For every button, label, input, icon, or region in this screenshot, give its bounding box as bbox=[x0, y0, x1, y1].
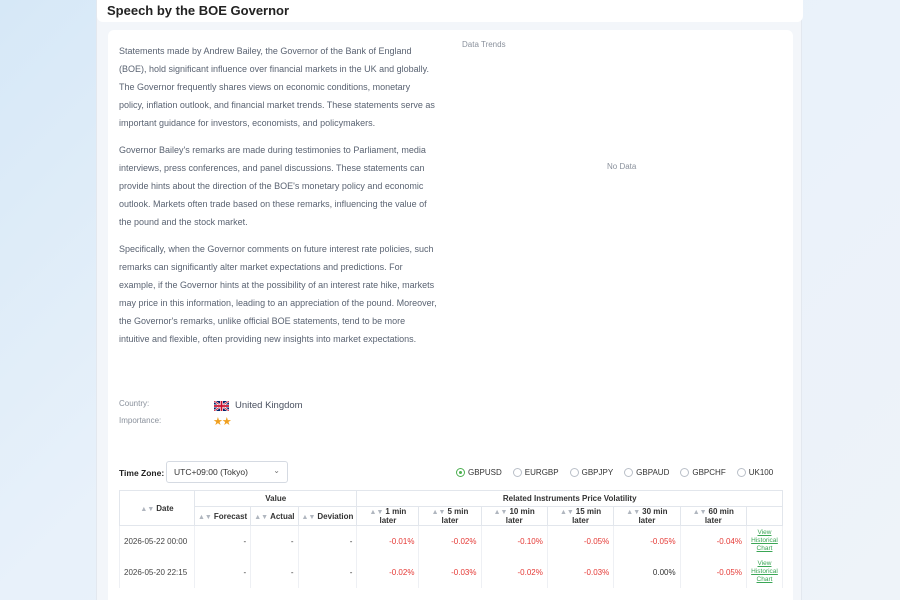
link-text: View bbox=[757, 529, 772, 537]
instrument-radio-group: GBPUSD EURGBP GBPJPY GBPAUD GBPCHF UK100 bbox=[456, 468, 784, 477]
sort-icon: ▲▼ bbox=[140, 505, 155, 513]
volatility-cell: -0.05% bbox=[546, 525, 615, 557]
importance-stars: ★★ bbox=[213, 416, 232, 428]
table-body: 2026-05-22 00:00- - - -0.01% -0.02% -0.10% -0.… bbox=[119, 525, 783, 588]
table-row: 2026-05-20 22:15- - - -0.02% -0.03% -0.02% -0.… bbox=[119, 556, 783, 588]
radio-gbpaud[interactable]: GBPAUD bbox=[624, 468, 669, 477]
radio-label: GBPCHF bbox=[692, 468, 726, 477]
forecast-cell: - bbox=[193, 525, 252, 557]
radio-eurgbp[interactable]: EURGBP bbox=[512, 468, 559, 477]
sort-icon: ▲▼ bbox=[431, 509, 446, 516]
column-header-deviation[interactable]: ▲▼ Deviation bbox=[297, 506, 358, 526]
title-bar: Speech by the BOE Governor bbox=[97, 0, 803, 22]
sort-icon: ▲▼ bbox=[301, 513, 316, 521]
column-header-actual[interactable]: ▲▼ Actual bbox=[250, 506, 299, 526]
no-data-text: No Data bbox=[607, 162, 637, 171]
timezone-label: Time Zone: bbox=[119, 468, 165, 478]
date-cell: 2026-05-22 00:00 bbox=[119, 525, 195, 557]
column-header-10min[interactable]: ▲▼ 10 min later bbox=[480, 506, 548, 526]
sort-icon: ▲▼ bbox=[254, 513, 269, 521]
volatility-cell: -0.01% bbox=[356, 525, 420, 557]
sort-icon: ▲▼ bbox=[626, 509, 641, 516]
importance-label: Importance: bbox=[119, 416, 162, 425]
sort-icon: ▲▼ bbox=[198, 513, 212, 521]
volatility-table: ▲▼ Date Value Related Instruments Price V… bbox=[119, 490, 783, 588]
description-paragraph: Statements made by Andrew Bailey, the Go… bbox=[119, 46, 435, 128]
actual-cell: - bbox=[250, 525, 299, 557]
radio-uk100[interactable]: UK100 bbox=[736, 468, 774, 477]
event-card: Statements made by Andrew Bailey, the Go… bbox=[108, 30, 793, 600]
event-description: Statements made by Andrew Bailey, the Go… bbox=[119, 42, 437, 357]
volatility-cell: -0.02% bbox=[418, 525, 482, 557]
page-title: Speech by the BOE Governor bbox=[107, 3, 290, 18]
group-header-volatility: Related Instruments Price Volatility bbox=[356, 490, 783, 507]
radio-icon bbox=[569, 468, 579, 477]
link-text: Chart bbox=[756, 545, 773, 553]
data-trends-label: Data Trends bbox=[462, 40, 506, 49]
radio-gbpjpy[interactable]: GBPJPY bbox=[569, 468, 614, 477]
chevron-down-icon: ⌄ bbox=[273, 466, 280, 475]
actual-cell: - bbox=[250, 556, 299, 588]
volatility-cell: -0.02% bbox=[480, 556, 548, 588]
view-historical-chart-link[interactable]: View Historical Chart bbox=[749, 529, 780, 553]
volatility-cell: -0.10% bbox=[480, 525, 548, 557]
description-paragraph: Governor Bailey's remarks are made durin… bbox=[119, 145, 427, 227]
country-value: United Kingdom bbox=[235, 400, 303, 411]
view-historical-chart-link[interactable]: View Historical Chart bbox=[749, 560, 780, 584]
sort-icon: ▲▼ bbox=[692, 509, 707, 516]
radio-gbpusd[interactable]: GBPUSD bbox=[456, 468, 502, 477]
volatility-cell: -0.05% bbox=[679, 556, 748, 588]
radio-icon bbox=[680, 468, 690, 477]
radio-icon bbox=[624, 468, 634, 477]
radio-selected-icon bbox=[456, 468, 465, 477]
column-header-60min[interactable]: ▲▼ 60 min later bbox=[679, 506, 748, 526]
radio-icon bbox=[736, 468, 746, 477]
country-label: Country: bbox=[119, 399, 150, 408]
column-header-5min[interactable]: ▲▼ 5 min later bbox=[418, 506, 482, 526]
volatility-cell: -0.04% bbox=[679, 525, 748, 557]
uk-flag-icon bbox=[214, 401, 229, 411]
column-header-date[interactable]: ▲▼ Date bbox=[119, 490, 195, 526]
forecast-cell: - bbox=[193, 556, 252, 588]
chart-link-cell: View Historical Chart bbox=[746, 525, 783, 557]
group-header-value: Value bbox=[193, 490, 358, 507]
date-cell: 2026-05-20 22:15 bbox=[119, 556, 195, 588]
content-shell: Speech by the BOE Governor Statements ma… bbox=[96, 0, 803, 600]
radio-label: GBPAUD bbox=[636, 468, 670, 477]
link-text: View bbox=[757, 560, 772, 567]
sort-icon: ▲▼ bbox=[369, 509, 384, 516]
link-text: Chart bbox=[756, 576, 773, 583]
sort-icon: ▲▼ bbox=[493, 509, 508, 516]
radio-label: GBPUSD bbox=[468, 468, 502, 477]
deviation-cell: - bbox=[297, 556, 358, 588]
timezone-value: UTC+09:00 (Tokyo) bbox=[174, 467, 248, 477]
column-header-chart bbox=[746, 506, 783, 526]
radio-label: UK100 bbox=[748, 468, 774, 477]
volatility-cell: -0.03% bbox=[546, 556, 615, 588]
volatility-cell: -0.03% bbox=[418, 556, 482, 588]
column-header-30min[interactable]: ▲▼ 30 min later bbox=[613, 506, 681, 526]
radio-icon bbox=[512, 468, 522, 477]
chart-link-cell: View Historical Chart bbox=[746, 556, 783, 588]
timezone-select[interactable]: UTC+09:00 (Tokyo) ⌄ bbox=[166, 461, 288, 483]
volatility-cell: -0.02% bbox=[356, 556, 420, 588]
column-header-forecast[interactable]: ▲▼ Forecast bbox=[193, 506, 252, 526]
radio-gbpchf[interactable]: GBPCHF bbox=[680, 468, 726, 477]
radio-label: EURGBP bbox=[524, 468, 559, 477]
column-header-15min[interactable]: ▲▼ 15 min later bbox=[546, 506, 615, 526]
volatility-cell: 0.00% bbox=[613, 556, 681, 588]
table-row: 2026-05-22 00:00- - - -0.01% -0.02% -0.10% -0.… bbox=[119, 525, 783, 557]
description-paragraph: Specifically, when the Governor comments… bbox=[119, 244, 437, 344]
link-text: Historical bbox=[751, 537, 778, 545]
sort-icon: ▲▼ bbox=[559, 509, 574, 516]
column-header-1min[interactable]: ▲▼ 1 min later bbox=[356, 506, 420, 526]
radio-label: GBPJPY bbox=[581, 468, 614, 477]
deviation-cell: - bbox=[297, 525, 358, 557]
volatility-cell: -0.05% bbox=[613, 525, 681, 557]
link-text: Historical bbox=[751, 568, 778, 575]
